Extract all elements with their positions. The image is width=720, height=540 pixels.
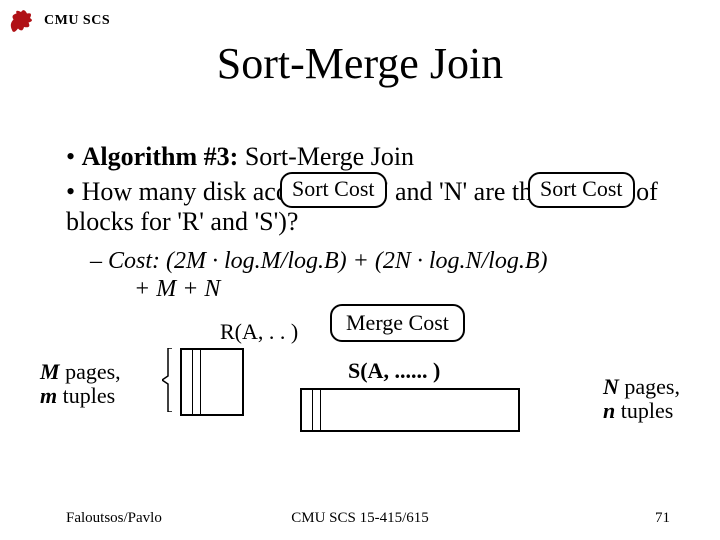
sort-cost-tag-1: Sort Cost: [280, 172, 387, 208]
m-var: M: [40, 359, 65, 384]
m-tuples: tuples: [63, 383, 116, 408]
bullet-1: Algorithm #3: Sort-Merge Join: [66, 142, 670, 173]
sort-cost-tag-2: Sort Cost: [528, 172, 635, 208]
m-pages: pages,: [65, 359, 121, 384]
m-bracket-icon: [162, 348, 174, 412]
bullet-1-rest: Sort-Merge Join: [238, 142, 414, 171]
cmu-griffin-icon: [6, 6, 36, 36]
relation-s-label: S(A, ...... ): [348, 358, 440, 384]
footer-page-number: 71: [655, 510, 670, 527]
org-label: CMU SCS: [44, 13, 110, 29]
relation-r-label: R(A, . . ): [220, 319, 298, 345]
footer-course: CMU SCS 15-415/615: [0, 510, 720, 527]
slide-title: Sort-Merge Join: [0, 38, 720, 89]
bullet-1-bold: Algorithm #3:: [82, 142, 239, 171]
n-tuples: tuples: [621, 398, 674, 423]
n-tuple-var: n: [603, 398, 621, 423]
n-size-label: N pages, n tuples: [603, 375, 680, 423]
slide-header: CMU SCS: [6, 6, 110, 36]
slide: CMU SCS Sort-Merge Join Algorithm #3: So…: [0, 0, 720, 540]
table-r-graphic: [180, 348, 244, 416]
m-size-label: M pages, m tuples: [40, 360, 121, 408]
table-s-graphic: [300, 388, 520, 432]
m-tuple-var: m: [40, 383, 63, 408]
cost-line: Cost: (2M · log.M/log.B) + (2N · log.N/l…: [90, 248, 670, 303]
merge-cost-tag: Merge Cost: [330, 304, 465, 342]
cost-line2: + M + N: [134, 276, 220, 302]
n-pages: pages,: [624, 374, 680, 399]
slide-body: Algorithm #3: Sort-Merge Join How many d…: [66, 142, 670, 327]
n-var: N: [603, 374, 624, 399]
cost-line1: Cost: (2M · log.M/log.B) + (2N · log.N/l…: [108, 248, 548, 274]
